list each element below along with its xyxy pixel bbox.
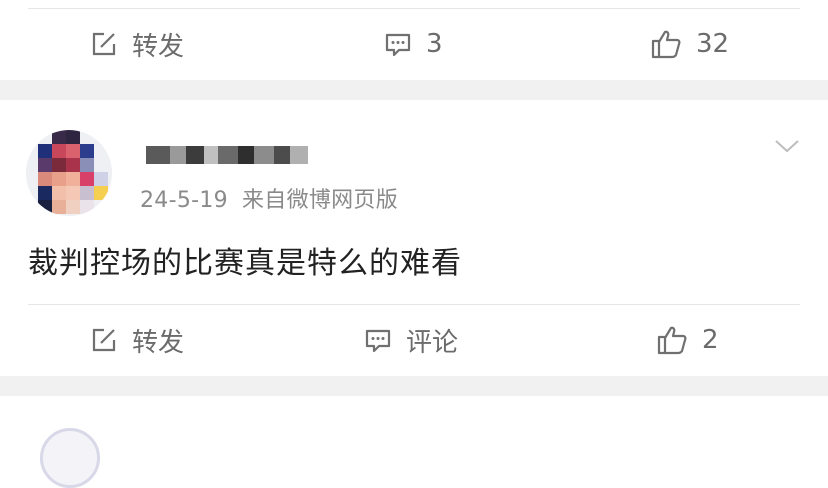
compose-icon <box>92 32 116 56</box>
repost-button[interactable]: 转发 <box>90 24 184 64</box>
repost-label: 转发 <box>132 327 185 358</box>
like-count: 32 <box>696 29 730 59</box>
like-button[interactable]: 2 <box>656 320 719 360</box>
comment-button[interactable]: 3 <box>384 24 443 64</box>
chevron-down-icon[interactable] <box>772 136 802 156</box>
compose-icon <box>92 328 116 352</box>
divider <box>28 8 800 9</box>
post-separator <box>0 80 828 100</box>
comment-label: 评论 <box>406 327 459 358</box>
comment-button[interactable]: 评论 <box>364 320 458 360</box>
avatar[interactable] <box>40 428 100 488</box>
thumbs-up-icon <box>651 30 681 59</box>
comment-icon <box>365 329 391 353</box>
comment-icon <box>385 33 411 57</box>
thumbs-up-icon <box>657 326 687 355</box>
username-redacted[interactable] <box>146 146 308 164</box>
comment-count: 3 <box>426 29 443 59</box>
pixelated-avatar-image <box>26 130 112 216</box>
repost-label: 转发 <box>132 31 185 62</box>
repost-button[interactable]: 转发 <box>90 320 184 360</box>
like-button[interactable]: 32 <box>650 24 729 64</box>
post-separator <box>0 376 828 396</box>
post-content: 裁判控场的比赛真是特么的难看 <box>28 246 462 281</box>
post-source[interactable]: 来自微博网页版 <box>242 188 398 213</box>
post-date: 24-5-19 <box>140 188 228 213</box>
divider <box>28 304 800 305</box>
post-meta: 24-5-19 来自微博网页版 <box>140 182 398 214</box>
like-count: 2 <box>702 325 719 355</box>
next-post-card <box>0 396 828 435</box>
previous-post-card: 转发 3 32 <box>0 0 828 80</box>
avatar[interactable] <box>26 130 112 216</box>
